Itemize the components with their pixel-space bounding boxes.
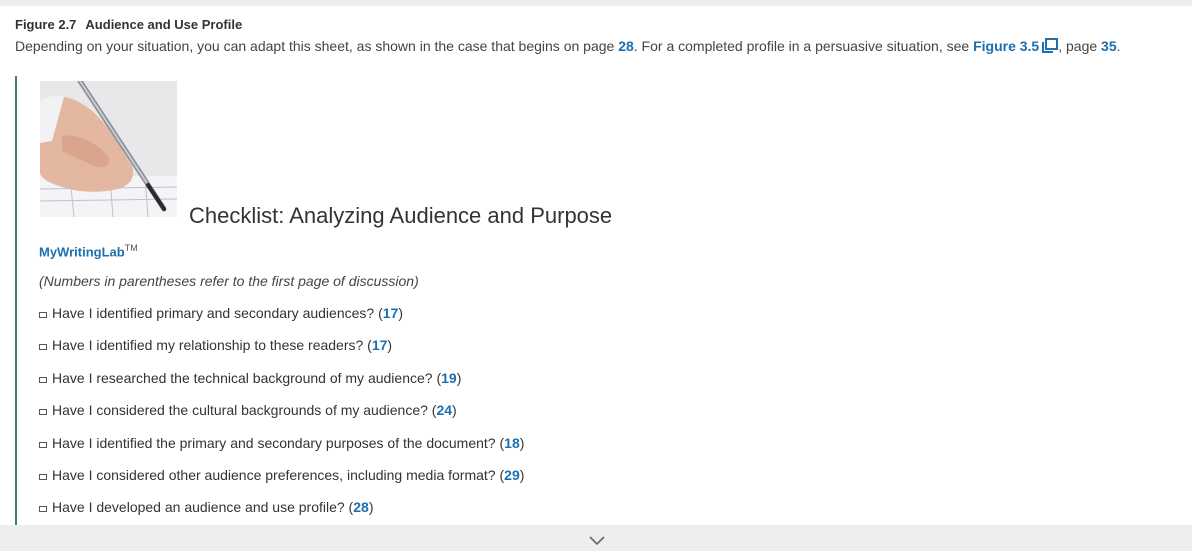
description-text: , page: [1058, 38, 1098, 54]
mywritinglab-text[interactable]: MyWritingLab: [39, 244, 125, 259]
checklist-item-text: Have I researched the technical backgrou…: [52, 369, 433, 386]
page-link[interactable]: 28: [353, 499, 369, 516]
checklist-item-text: Have I identified the primary and second…: [52, 434, 496, 451]
page-link[interactable]: 19: [441, 370, 457, 387]
checkbox-icon: [39, 409, 47, 416]
checklist-note: (Numbers in parentheses refer to the fir…: [39, 273, 419, 289]
page-link[interactable]: 24: [436, 402, 452, 419]
checkbox-icon: [39, 344, 47, 351]
checklist-item: Have I identified primary and secondary …: [38, 305, 524, 337]
checklist-item: Have I identified my relationship to the…: [38, 337, 524, 369]
checklist-title: Checklist: Analyzing Audience and Purpos…: [189, 203, 613, 228]
checklist-item-text: Have I identified primary and secondary …: [52, 305, 375, 321]
figure-title: Figure 2.7 Audience and Use Profile: [15, 17, 1175, 33]
checkbox-icon: [39, 473, 47, 480]
figure-title-text: Audience and Use Profile: [85, 17, 243, 32]
checklist-item-text: Have I considered the cultural backgroun…: [52, 402, 428, 419]
checkbox-icon: [39, 376, 47, 383]
page-link-35[interactable]: 35: [1101, 38, 1117, 54]
checklist-item: Have I considered the cultural backgroun…: [38, 402, 524, 434]
description-text: . For a completed profile in a persuasiv…: [633, 38, 970, 54]
figure-caption: Figure 2.7 Audience and Use Profile Depen…: [15, 17, 1175, 55]
chevron-down-icon[interactable]: [588, 535, 606, 547]
top-strip: [0, 0, 1192, 6]
checkbox-icon: [39, 312, 47, 318]
figure-number: Figure 2.7: [15, 17, 77, 32]
page-link[interactable]: 17: [383, 305, 399, 322]
page-link[interactable]: 18: [504, 435, 520, 452]
page-link[interactable]: 29: [504, 467, 520, 484]
description-text: Depending on your situation, you can ada…: [15, 38, 615, 54]
external-window-icon[interactable]: [1042, 38, 1059, 53]
hand-writing-photo: [40, 81, 177, 217]
checklist-item-text: Have I identified my relationship to the…: [52, 337, 364, 354]
mywritinglab-link[interactable]: MyWritingLabTM: [39, 240, 138, 260]
bottom-navigation-bar: [0, 525, 1192, 551]
trademark-mark: TM: [124, 243, 138, 253]
checklist-item: Have I considered other audience prefere…: [38, 467, 524, 499]
checklist-items: Have I identified primary and secondary …: [38, 305, 524, 532]
figure-3-5-link[interactable]: Figure 3.5: [973, 38, 1039, 54]
checkbox-icon: [39, 441, 47, 448]
description-text: .: [1116, 38, 1121, 54]
figure-description: Depending on your situation, you can ada…: [15, 38, 1175, 55]
page-link-28[interactable]: 28: [618, 38, 634, 54]
checklist-item: Have I identified the primary and second…: [38, 435, 524, 467]
checkbox-icon: [39, 506, 47, 513]
checklist-item-text: Have I developed an audience and use pro…: [52, 499, 345, 516]
checklist-left-rule: [15, 76, 17, 525]
checklist-item-text: Have I considered other audience prefere…: [52, 466, 496, 483]
page-link[interactable]: 17: [372, 337, 388, 354]
checklist-item: Have I researched the technical backgrou…: [38, 370, 524, 402]
